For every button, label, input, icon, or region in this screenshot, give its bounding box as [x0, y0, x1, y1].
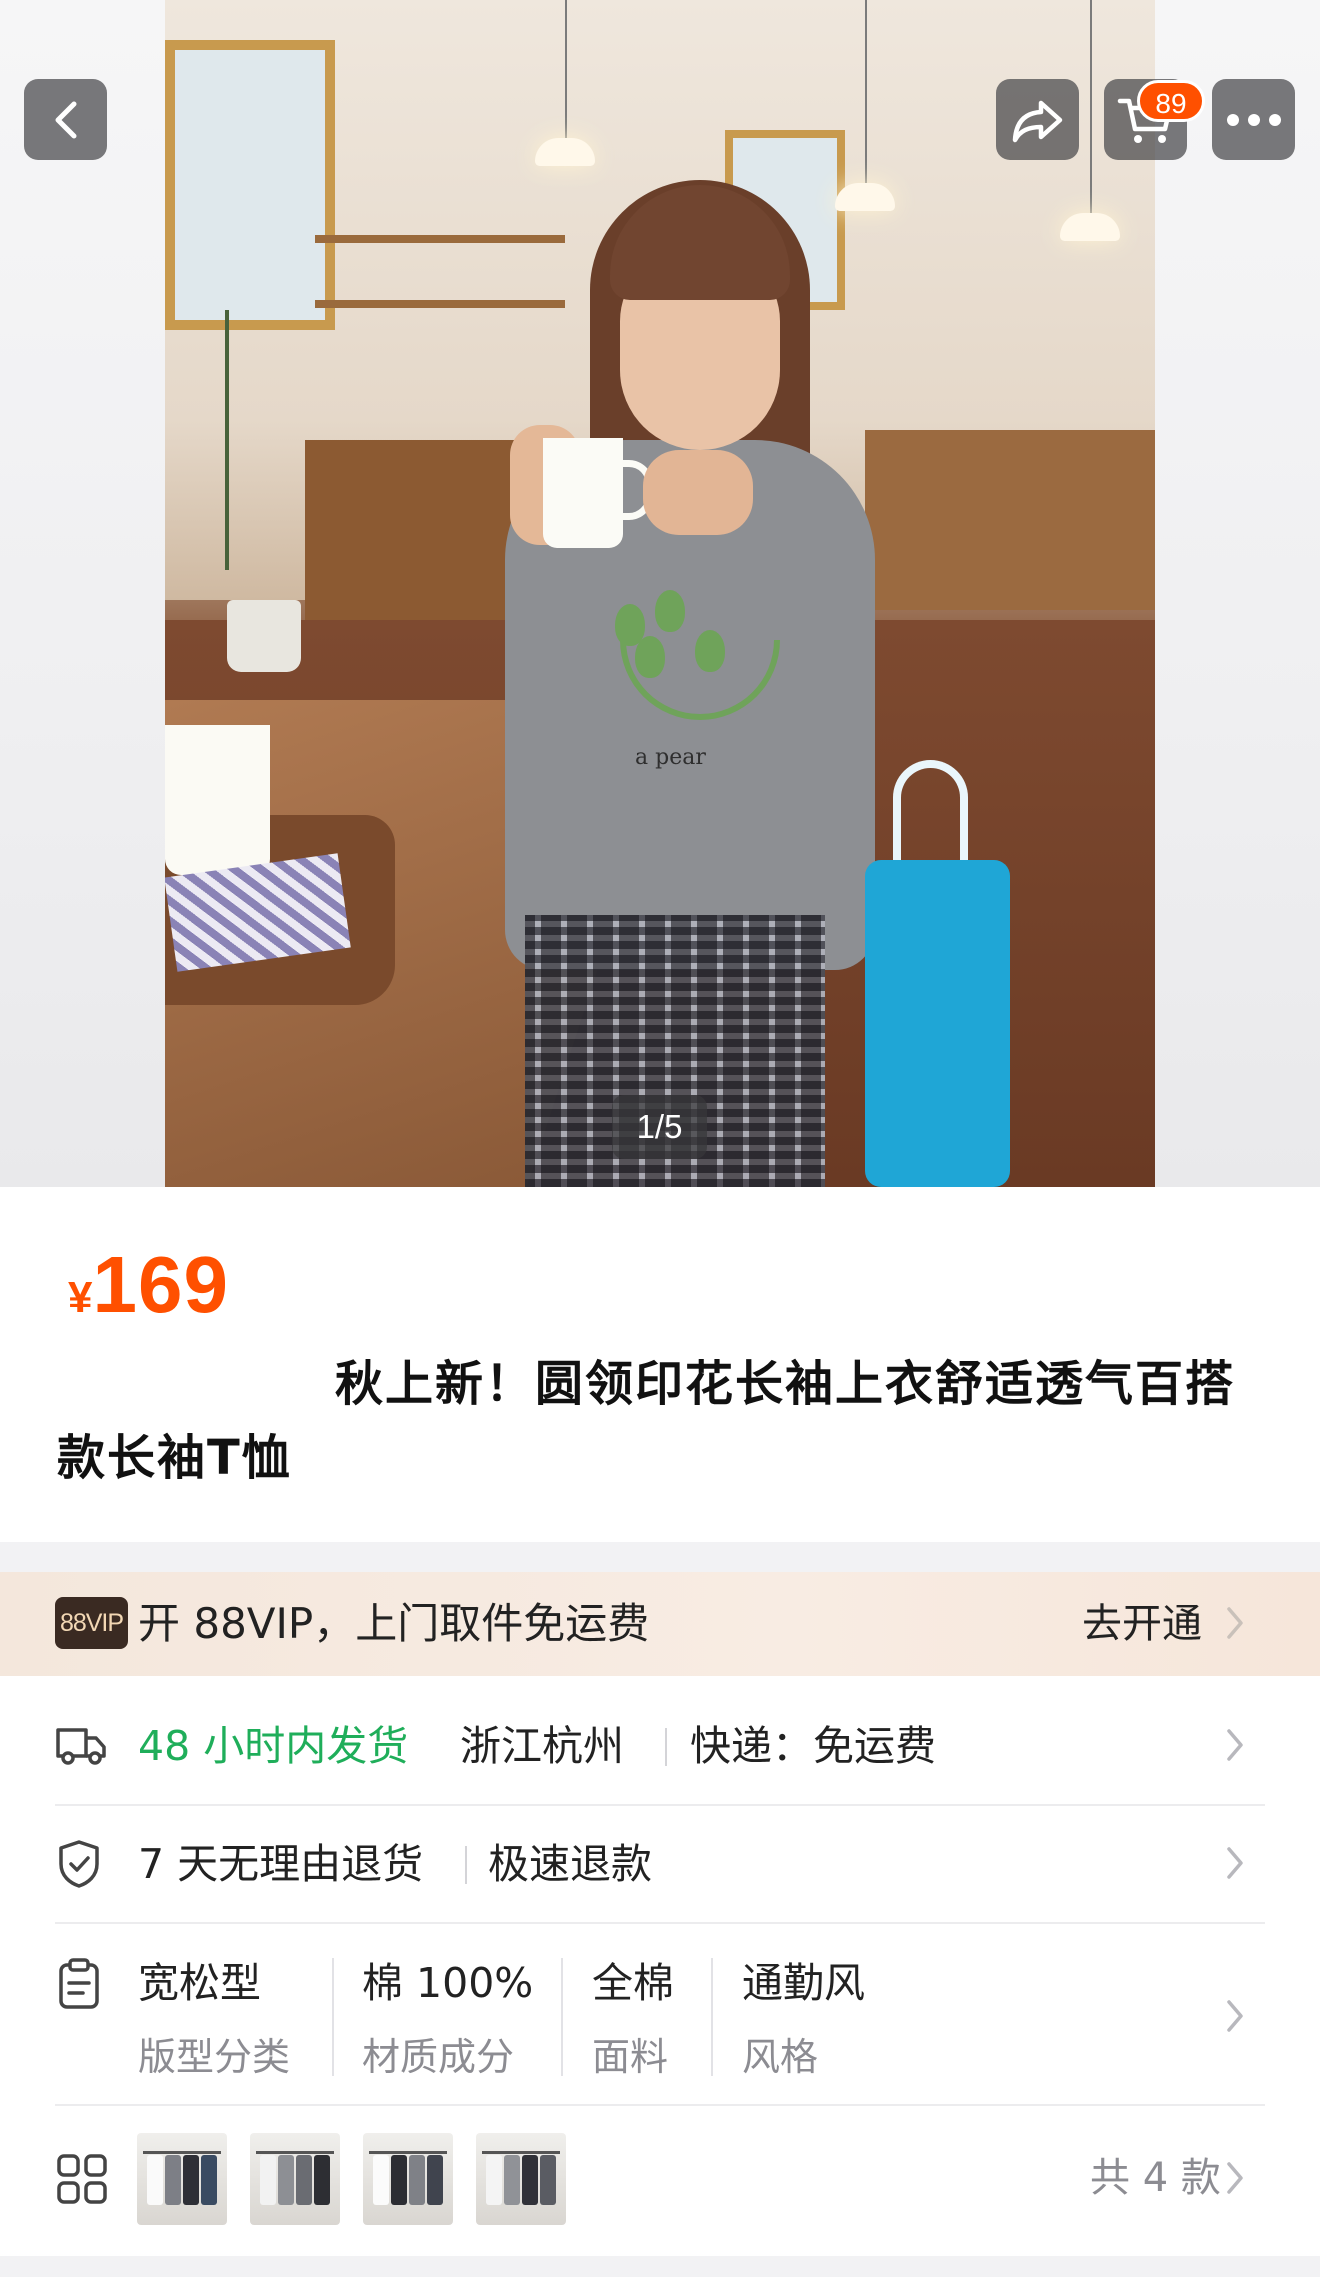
- more-dots-icon: [1226, 113, 1281, 126]
- pendant-lamp: [535, 138, 595, 166]
- clipboard-icon: [59, 1958, 99, 2009]
- vip-badge: 88VIP: [55, 1597, 128, 1649]
- attr-value-material: 棉 100%: [362, 1959, 534, 2007]
- chevron-right-icon: [1227, 1847, 1243, 1879]
- attr-value-fit: 宽松型: [138, 1959, 261, 2007]
- lamp-cord: [1090, 0, 1092, 215]
- photo-mug: [165, 725, 270, 875]
- chevron-right-icon: [1227, 2000, 1243, 2032]
- share-button[interactable]: [996, 79, 1079, 160]
- product-info: ¥169 秋上新！圆领印花长袖上衣舒适透气百搭款长袖T恤: [0, 1187, 1320, 1542]
- row-divider: [55, 2104, 1265, 2106]
- vip-promo-text: 开 88VIP，上门取件免运费: [138, 1599, 650, 1648]
- photo-hand: [643, 450, 753, 535]
- variant-thumbnail[interactable]: [250, 2133, 340, 2225]
- shield-check-icon: [59, 1840, 99, 1888]
- return-policy: 7 天无理由退货: [138, 1840, 424, 1888]
- pendant-lamp: [1060, 213, 1120, 241]
- photo-counter: [865, 430, 1155, 610]
- more-button[interactable]: [1212, 79, 1295, 160]
- chevron-right-icon: [1227, 1607, 1243, 1639]
- row-divider: [55, 1922, 1265, 1924]
- back-arrow-icon: [55, 101, 76, 138]
- product-detail-page: a pear 89 1/5 ¥169 秋上新！圆领印花长袖上衣舒适透气百搭款长袖…: [0, 0, 1320, 2277]
- product-image-carousel[interactable]: a pear 89 1/5: [0, 0, 1320, 1187]
- price-value: 169: [92, 1240, 229, 1329]
- delivery-time: 48 小时内发货: [138, 1722, 409, 1770]
- express-fee: 快递：免运费: [690, 1722, 936, 1770]
- price: ¥169: [68, 1239, 229, 1331]
- back-button[interactable]: [24, 79, 107, 160]
- lamp-cord: [565, 0, 567, 140]
- pendant-lamp: [835, 183, 895, 211]
- ship-origin: 浙江杭州: [460, 1722, 624, 1770]
- product-photo[interactable]: a pear: [165, 0, 1155, 1187]
- attr-label-material: 材质成分: [362, 2035, 515, 2079]
- attr-label-fabric: 面料: [592, 2035, 669, 2079]
- bottom-spacer: [0, 2256, 1320, 2277]
- variant-thumbnail[interactable]: [476, 2133, 566, 2225]
- photo-shelf: [315, 235, 565, 243]
- cart-count-badge: 89: [1137, 80, 1205, 122]
- attr-label-style: 风格: [742, 2035, 819, 2079]
- photo-pot: [227, 600, 301, 672]
- price-currency: ¥: [68, 1273, 93, 1322]
- vip-activate-link[interactable]: 去开通: [1082, 1596, 1202, 1652]
- divider: [561, 1958, 563, 2076]
- photo-window: [165, 40, 335, 330]
- photo-plant: [225, 310, 365, 570]
- chevron-right-icon: [1227, 1729, 1243, 1761]
- image-counter: 1/5: [612, 1095, 707, 1159]
- divider: [711, 1958, 713, 2076]
- divider: [465, 1846, 467, 1884]
- photo-tote-bag: [865, 860, 1010, 1187]
- photo-mug: [543, 438, 653, 548]
- lamp-cord: [865, 0, 867, 185]
- chevron-right-icon: [1227, 2162, 1243, 2194]
- photo-shelf: [315, 300, 565, 308]
- sweater-text: a pear: [635, 745, 706, 770]
- divider: [665, 1728, 667, 1766]
- attr-value-style: 通勤风: [742, 1959, 865, 2007]
- variant-thumbnail[interactable]: [137, 2133, 227, 2225]
- attr-label-fit: 版型分类: [138, 2035, 291, 2079]
- product-title[interactable]: 秋上新！圆领印花长袖上衣舒适透气百搭款长袖T恤: [57, 1347, 1267, 1495]
- grid-icon: [57, 2154, 107, 2204]
- row-divider: [55, 1804, 1265, 1806]
- fast-refund: 极速退款: [488, 1840, 652, 1888]
- divider: [332, 1958, 334, 2076]
- variant-count: 共 4 款: [1090, 2155, 1221, 2201]
- share-icon: [1012, 100, 1062, 142]
- variant-thumbnail[interactable]: [363, 2133, 453, 2225]
- delivery-truck-icon: [56, 1728, 106, 1765]
- attr-value-fabric: 全棉: [592, 1959, 674, 2007]
